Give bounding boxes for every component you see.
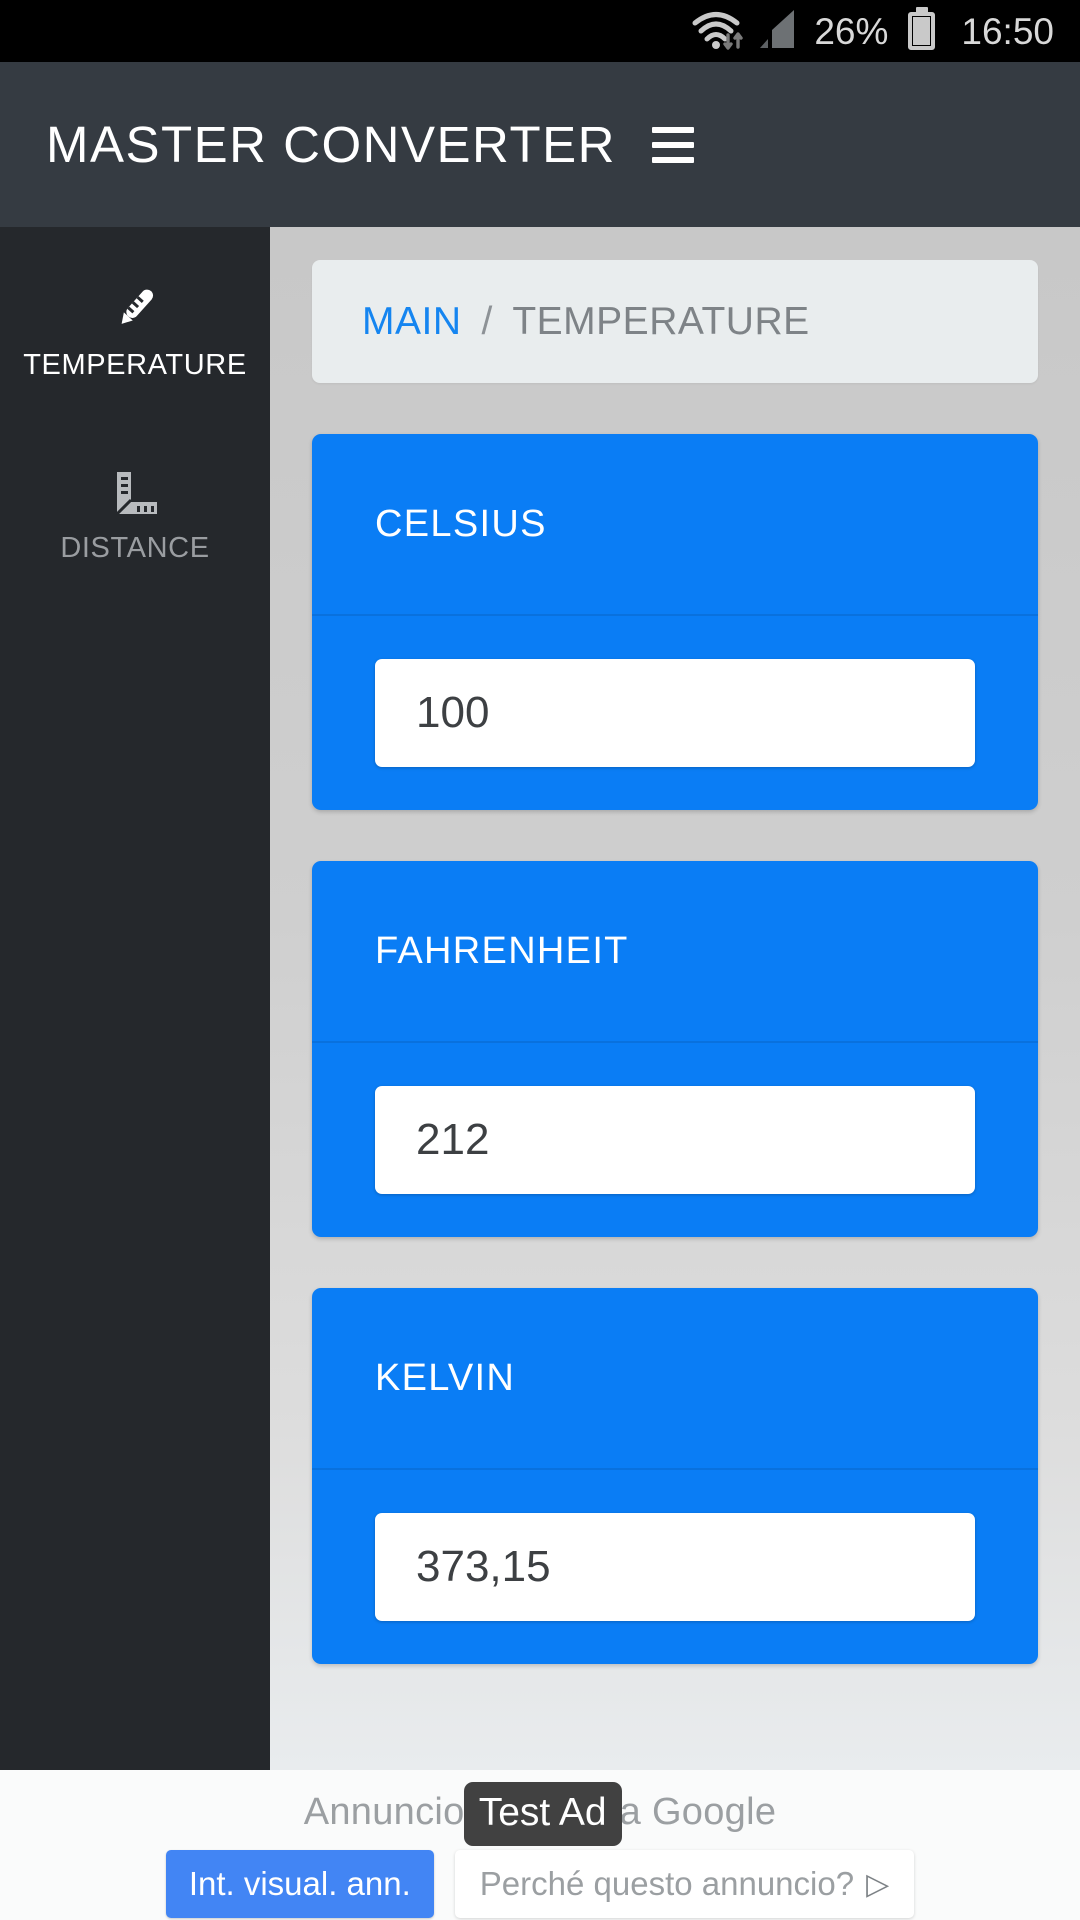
card-title: CELSIUS: [375, 502, 547, 545]
sidebar: TEMPERATURE DISTANCE: [0, 227, 270, 1770]
cellular-signal-icon: [754, 8, 798, 55]
sidebar-item-distance[interactable]: DISTANCE: [0, 448, 270, 585]
ad-attribution-line: Annuncio inviato da Google Test Ad: [304, 1782, 777, 1846]
breadcrumb-separator: /: [481, 299, 493, 343]
hamburger-bar: [651, 156, 694, 163]
converter-card-fahrenheit: FAHRENHEIT 212: [312, 861, 1038, 1237]
battery-percent-label: 26%: [814, 10, 889, 52]
play-triangle-icon: ▷: [866, 1867, 890, 1901]
converter-card-celsius: CELSIUS 100: [312, 434, 1038, 810]
sidebar-item-temperature[interactable]: TEMPERATURE: [0, 265, 270, 402]
ad-banner: Annuncio inviato da Google Test Ad Int. …: [0, 1770, 1080, 1920]
app-title: MASTER CONVERTER: [46, 116, 616, 173]
thermometer-icon: [109, 283, 161, 335]
clock-label: 16:50: [961, 10, 1054, 52]
why-this-ad-label: Perché questo annuncio?: [479, 1865, 855, 1902]
card-header: CELSIUS: [312, 434, 1038, 616]
app-header: MASTER CONVERTER: [0, 62, 1080, 227]
test-ad-badge: Test Ad: [463, 1782, 622, 1846]
ad-button-row: Int. visual. ann. Perché questo annuncio…: [165, 1850, 915, 1918]
hamburger-bar: [651, 141, 694, 148]
kelvin-input[interactable]: 373,15: [375, 1513, 975, 1621]
battery-icon: [908, 12, 936, 50]
fahrenheit-input[interactable]: 212: [375, 1086, 975, 1194]
breadcrumb-current: TEMPERATURE: [512, 299, 810, 343]
hamburger-bar: [651, 126, 694, 133]
wifi-icon: [692, 9, 744, 53]
card-header: KELVIN: [312, 1288, 1038, 1470]
converter-card-kelvin: KELVIN 373,15: [312, 1288, 1038, 1664]
ad-visit-button[interactable]: Int. visual. ann.: [165, 1850, 434, 1918]
breadcrumb: MAIN / TEMPERATURE: [312, 260, 1038, 383]
why-this-ad-button[interactable]: Perché questo annuncio? ▷: [454, 1850, 915, 1918]
card-body: 100: [312, 616, 1038, 810]
main-content: MAIN / TEMPERATURE CELSIUS 100 FAHRENHEI…: [270, 227, 1080, 1770]
sidebar-item-label: TEMPERATURE: [23, 349, 247, 381]
card-title: KELVIN: [375, 1356, 516, 1399]
ruler-icon: [109, 466, 161, 518]
card-title: FAHRENHEIT: [375, 929, 629, 972]
card-body: 212: [312, 1043, 1038, 1237]
status-bar: 26% 16:50: [0, 0, 1080, 62]
card-body: 373,15: [312, 1470, 1038, 1664]
status-bar-icons: 26% 16:50: [692, 8, 1054, 55]
card-header: FAHRENHEIT: [312, 861, 1038, 1043]
breadcrumb-link-main[interactable]: MAIN: [362, 300, 462, 344]
celsius-input[interactable]: 100: [375, 659, 975, 767]
hamburger-menu-icon[interactable]: [651, 126, 694, 163]
sidebar-item-label: DISTANCE: [60, 532, 210, 564]
